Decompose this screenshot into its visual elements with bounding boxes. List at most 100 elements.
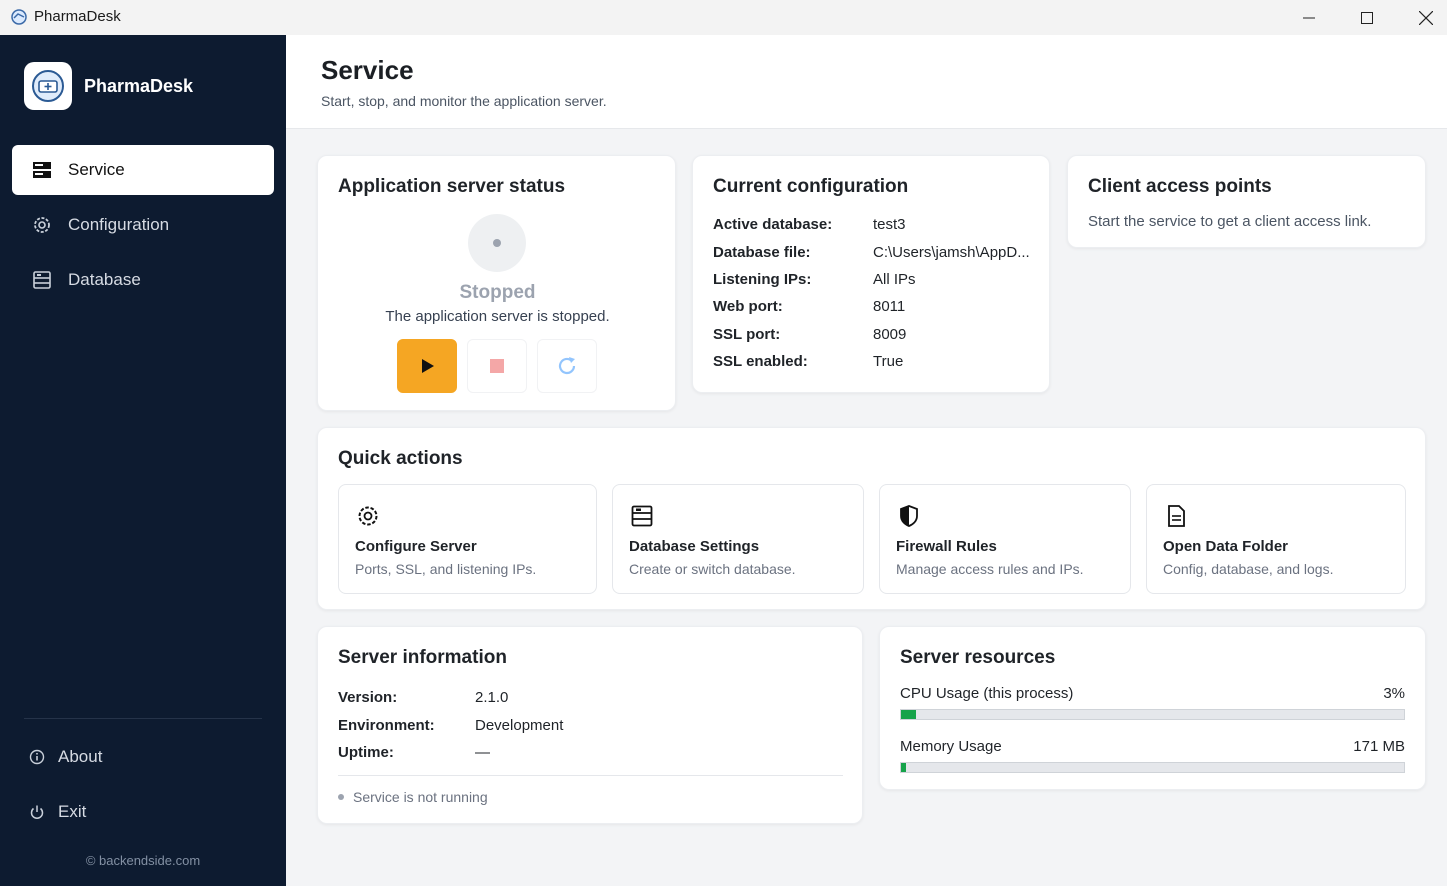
about-link[interactable]: About [28,747,102,767]
gear-icon [355,503,381,529]
open-data-folder-action[interactable]: Open Data Folder Config, database, and l… [1146,484,1406,594]
exit-label: Exit [58,802,87,821]
card-title: Client access points [1088,176,1272,197]
config-value: True [873,353,904,370]
document-icon [1163,503,1189,529]
sidebar-item-configuration[interactable]: Configuration [12,200,274,250]
action-description: Config, database, and logs. [1163,561,1334,577]
status-indicator [468,214,526,272]
cpu-usage-label: CPU Usage (this process) [900,685,1074,702]
current-configuration-card: Current configuration Active database: t… [692,155,1050,393]
shield-icon [896,503,922,529]
config-key: SSL enabled: [713,353,808,370]
info-value: Development [475,717,564,734]
memory-usage-value: 171 MB [1353,738,1405,755]
sidebar-item-label: Configuration [68,215,170,234]
config-key: SSL port: [713,326,781,343]
gear-icon [30,213,54,237]
status-description: The application server is stopped. [385,308,610,325]
quick-actions-card: Quick actions Configure Server Ports, SS… [317,427,1426,610]
status-label: Stopped [459,282,536,303]
brand-name: PharmaDesk [84,75,194,96]
action-description: Ports, SSL, and listening IPs. [355,561,537,577]
config-value: All IPs [873,271,916,288]
start-button[interactable] [397,339,457,393]
card-title: Application server status [338,176,566,197]
config-key: Active database: [713,216,833,233]
pharmacy-logo-icon [32,70,64,102]
sidebar-item-database[interactable]: Database [12,255,274,305]
configure-server-action[interactable]: Configure Server Ports, SSL, and listeni… [338,484,597,594]
server-resources-card: Server resources CPU Usage (this process… [879,626,1426,790]
config-value: test3 [873,216,906,233]
card-title: Server information [338,647,507,668]
firewall-rules-action[interactable]: Firewall Rules Manage access rules and I… [879,484,1131,594]
service-status-text: Service is not running [338,789,488,805]
server-information-card: Server information Version: 2.1.0 Enviro… [317,626,863,824]
config-key: Database file: [713,244,811,261]
info-divider [338,775,843,776]
memory-usage-bar [900,762,1405,773]
info-icon [28,748,46,766]
server-status-card: Application server status Stopped The ap… [317,155,676,411]
action-title: Firewall Rules [896,538,997,555]
minimize-icon [1303,17,1315,18]
app-icon [11,9,27,25]
window-titlebar: PharmaDesk [0,0,1447,35]
config-key: Web port: [713,298,783,315]
sidebar-divider [24,718,262,719]
about-label: About [58,747,103,766]
close-button[interactable] [1397,0,1447,35]
card-title: Server resources [900,647,1056,668]
window-title: PharmaDesk [34,8,121,25]
info-value: — [475,744,490,761]
status-dot [338,794,344,800]
info-key: Version: [338,689,398,706]
minimize-button[interactable] [1280,0,1338,35]
power-icon [28,803,46,821]
play-icon [422,359,434,373]
brand-logo [24,62,72,110]
action-title: Database Settings [629,538,760,555]
maximize-button[interactable] [1338,0,1396,35]
sidebar-item-service[interactable]: Service [12,145,274,195]
action-description: Manage access rules and IPs. [896,561,1084,577]
status-text: Service is not running [353,789,488,805]
refresh-icon [558,357,576,375]
action-title: Configure Server [355,538,477,555]
copyright-text: © backendside.com [85,853,201,868]
cpu-usage-value: 3% [1383,685,1405,702]
page-title: Service [321,55,414,85]
maximize-icon [1361,11,1373,24]
database-icon [30,268,54,292]
memory-usage-label: Memory Usage [900,738,1002,755]
page-header: Service Start, stop, and monitor the app… [286,35,1447,129]
client-access-card: Client access points Start the service t… [1067,155,1426,248]
sidebar: PharmaDesk Service Configuration Databas… [0,35,286,886]
card-title: Current configuration [713,176,909,197]
cpu-usage-bar [900,709,1405,720]
config-value: 8009 [873,326,907,343]
info-key: Environment: [338,717,435,734]
sidebar-item-label: Service [68,160,125,179]
config-value: 8011 [873,298,906,315]
restart-button[interactable] [537,339,597,393]
close-icon [1419,10,1433,25]
stop-icon [490,359,504,373]
database-settings-action[interactable]: Database Settings Create or switch datab… [612,484,864,594]
config-key: Listening IPs: [713,271,812,288]
memory-usage-fill [901,763,907,772]
server-icon [30,158,54,182]
page-subtitle: Start, stop, and monitor the application… [321,93,607,109]
stop-button[interactable] [467,339,527,393]
sidebar-item-label: Database [68,270,141,289]
status-dot [493,239,501,247]
action-title: Open Data Folder [1163,538,1289,555]
exit-link[interactable]: Exit [28,802,86,822]
database-icon [629,503,655,529]
access-description: Start the service to get a client access… [1088,213,1372,230]
info-key: Uptime: [338,744,394,761]
action-description: Create or switch database. [629,561,796,577]
info-value: 2.1.0 [475,689,509,706]
config-value: C:\Users\jamsh\AppD... [873,244,1030,261]
